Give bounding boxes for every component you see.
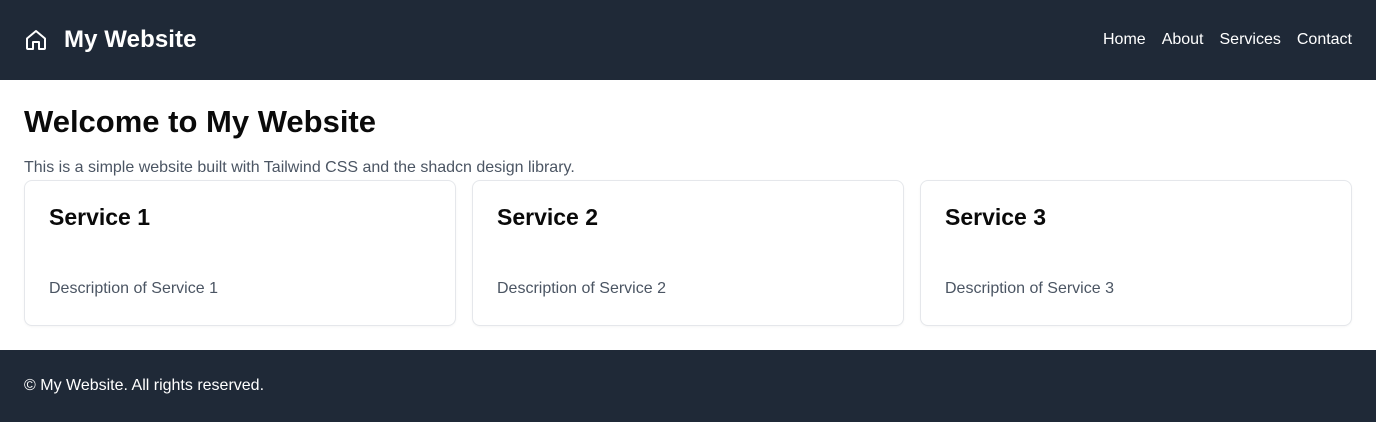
site-title: My Website <box>64 26 197 53</box>
service-card-title: Service 1 <box>49 204 151 230</box>
nav-link-contact[interactable]: Contact <box>1297 31 1352 49</box>
service-card: Service 3 Description of Service 3 <box>920 180 1352 326</box>
page-title: Welcome to My Website <box>24 104 376 139</box>
brand[interactable]: My Website <box>24 26 197 54</box>
intro-text: This is a simple website built with Tail… <box>24 159 575 176</box>
nav-link-services[interactable]: Services <box>1220 31 1281 49</box>
service-card-title: Service 3 <box>945 204 1047 230</box>
service-cards: Service 1 Description of Service 1 Servi… <box>24 180 1352 326</box>
nav-link-home[interactable]: Home <box>1103 31 1146 49</box>
main-nav: Home About Services Contact <box>1103 31 1352 49</box>
home-icon <box>24 28 48 52</box>
nav-link-about[interactable]: About <box>1162 31 1204 49</box>
service-card-description: Description of Service 1 <box>49 280 218 297</box>
site-header: My Website Home About Services Contact <box>0 0 1376 80</box>
service-card-description: Description of Service 3 <box>945 280 1114 297</box>
service-card: Service 1 Description of Service 1 <box>24 180 456 326</box>
service-card-description: Description of Service 2 <box>497 280 666 297</box>
site-footer: © My Website. All rights reserved. <box>0 350 1376 422</box>
service-card-title: Service 2 <box>497 204 599 230</box>
service-card: Service 2 Description of Service 2 <box>472 180 904 326</box>
footer-copyright: © My Website. All rights reserved. <box>24 377 265 394</box>
